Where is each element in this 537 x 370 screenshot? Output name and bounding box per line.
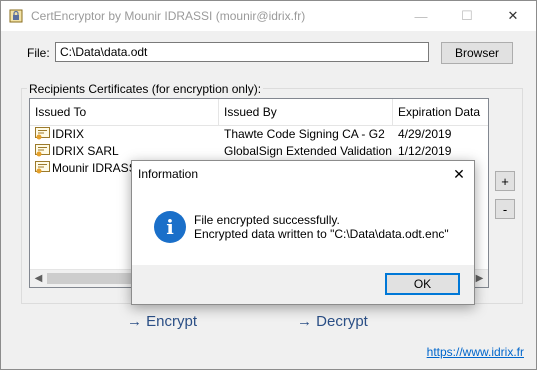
cell-issued-to: IDRIX SARL [52, 144, 119, 158]
recipients-group-label: Recipients Certificates (for encryption … [27, 82, 264, 96]
plus-icon: + [501, 173, 509, 189]
title-bar[interactable]: CertEncryptor by Mounir IDRASSI (mounir@… [1, 1, 536, 31]
certificate-row[interactable]: IDRIX Thawte Code Signing CA - G2 4/29/2… [30, 126, 488, 143]
arrow-right-icon: → [127, 313, 142, 330]
cell-issued-to: IDRIX [52, 127, 85, 141]
dialog-title-bar[interactable]: Information ✕ [132, 161, 474, 187]
ok-button[interactable]: OK [385, 273, 460, 295]
minimize-icon: — [414, 8, 428, 24]
cell-expiration: 1/12/2019 [398, 144, 452, 158]
website-link[interactable]: https://www.idrix.fr [427, 345, 524, 359]
certificate-icon [35, 144, 50, 157]
ok-button-label: OK [413, 277, 432, 291]
close-icon: ✕ [507, 8, 519, 23]
encrypt-label: Encrypt [146, 313, 198, 330]
decrypt-button[interactable]: → Decrypt [297, 313, 368, 330]
close-button[interactable]: ✕ [490, 1, 536, 31]
minus-icon: - [502, 201, 508, 217]
scroll-left-icon[interactable]: ◀ [30, 270, 47, 287]
maximize-button[interactable]: ☐ [444, 1, 490, 31]
information-dialog: Information ✕ i File encrypted successfu… [131, 160, 475, 305]
dialog-close-button[interactable]: ✕ [444, 161, 474, 187]
app-lock-icon [9, 9, 23, 23]
file-path-input[interactable] [55, 42, 429, 62]
column-header-expiration[interactable]: Expiration Data [393, 99, 488, 125]
minimize-button[interactable]: — [398, 1, 444, 31]
browse-button-label: Browser [454, 46, 499, 60]
window-title: CertEncryptor by Mounir IDRASSI (mounir@… [31, 9, 306, 23]
cell-expiration: 4/29/2019 [398, 127, 452, 141]
arrow-right-icon: → [297, 313, 312, 330]
certificate-row[interactable]: IDRIX SARL GlobalSign Extended Validatio… [30, 143, 488, 160]
cell-issued-by: Thawte Code Signing CA - G2 [224, 127, 385, 141]
certificate-icon [35, 127, 50, 140]
dialog-message-line1: File encrypted successfully. [194, 213, 340, 227]
dialog-message-line2: Encrypted data written to "C:\Data\data.… [194, 227, 449, 241]
certificate-icon [35, 161, 50, 174]
browse-button[interactable]: Browser [441, 42, 513, 64]
close-icon: ✕ [453, 165, 465, 182]
list-header: Issued To Issued By Expiration Data [30, 99, 488, 126]
column-header-issued-to[interactable]: Issued To [30, 99, 219, 125]
decrypt-label: Decrypt [316, 313, 368, 330]
dialog-footer: OK [132, 265, 474, 304]
file-label: File: [27, 46, 50, 60]
info-icon: i [154, 211, 186, 243]
remove-certificate-button[interactable]: - [495, 199, 515, 219]
encrypt-button[interactable]: → Encrypt [127, 313, 197, 330]
dialog-message: File encrypted successfully. Encrypted d… [194, 213, 449, 241]
cell-issued-by: GlobalSign Extended Validation... [224, 144, 392, 158]
column-header-issued-by[interactable]: Issued By [219, 99, 393, 125]
dialog-title: Information [138, 167, 199, 181]
maximize-icon: ☐ [461, 8, 473, 23]
add-certificate-button[interactable]: + [495, 171, 515, 191]
